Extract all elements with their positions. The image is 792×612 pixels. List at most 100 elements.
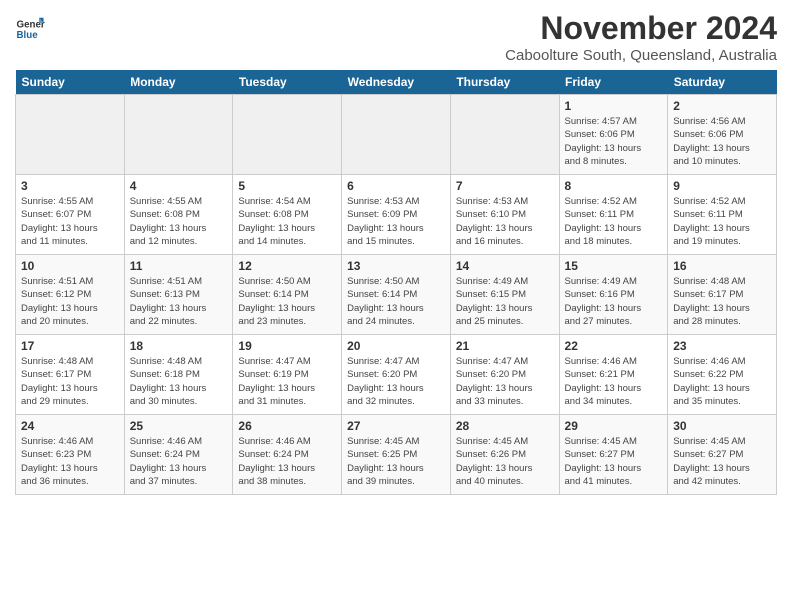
calendar-week-row: 1 Sunrise: 4:57 AM Sunset: 6:06 PM Daylig… [16,95,777,175]
weekday-header-row: SundayMondayTuesdayWednesdayThursdayFrid… [16,70,777,95]
calendar-cell: 18Sunrise: 4:48 AM Sunset: 6:18 PM Dayli… [124,335,233,415]
calendar-cell: 24Sunrise: 4:46 AM Sunset: 6:23 PM Dayli… [16,415,125,495]
calendar-cell: 13 Sunrise: 4:50 AM Sunset: 6:14 PM Dayli… [342,255,451,335]
day-number: 29 [565,419,663,433]
day-info: Sunrise: 4:45 AM Sunset: 6:27 PM Dayligh… [673,435,771,488]
calendar-cell: 12Sunrise: 4:50 AM Sunset: 6:14 PM Dayli… [233,255,342,335]
weekday-header-monday: Monday [124,70,233,95]
day-number: 5 [238,179,336,193]
day-number: 22 [565,339,663,353]
day-number: 3 [21,179,119,193]
day-info: Sunrise: 4:53 AM Sunset: 6:10 PM Dayligh… [456,195,554,248]
day-number: 2 [673,99,771,113]
day-info: Sunrise: 4:57 AM Sunset: 6:06 PM Dayligh… [565,115,663,168]
day-number: 18 [130,339,228,353]
calendar-cell: 28Sunrise: 4:45 AM Sunset: 6:26 PM Dayli… [450,415,559,495]
title-block: November 2024 Caboolture South, Queensla… [505,10,777,64]
day-number: 16 [673,259,771,273]
calendar-cell [233,95,342,175]
calendar-cell: 4Sunrise: 4:55 AM Sunset: 6:08 PM Daylig… [124,175,233,255]
calendar-cell: 11 Sunrise: 4:51 AM Sunset: 6:13 PM Dayli… [124,255,233,335]
day-info: Sunrise: 4:49 AM Sunset: 6:15 PM Dayligh… [456,275,554,328]
calendar-cell: 27Sunrise: 4:45 AM Sunset: 6:25 PM Dayli… [342,415,451,495]
day-info: Sunrise: 4:46 AM Sunset: 6:22 PM Dayligh… [673,355,771,408]
weekday-header-tuesday: Tuesday [233,70,342,95]
day-info: Sunrise: 4:46 AM Sunset: 6:24 PM Dayligh… [238,435,336,488]
calendar-cell: 19 Sunrise: 4:47 AM Sunset: 6:19 PM Dayli… [233,335,342,415]
calendar-cell: 30 Sunrise: 4:45 AM Sunset: 6:27 PM Dayli… [668,415,777,495]
weekday-header-saturday: Saturday [668,70,777,95]
calendar-cell: 5 Sunrise: 4:54 AM Sunset: 6:08 PM Daylig… [233,175,342,255]
day-info: Sunrise: 4:46 AM Sunset: 6:21 PM Dayligh… [565,355,663,408]
calendar-cell: 6Sunrise: 4:53 AM Sunset: 6:09 PM Daylig… [342,175,451,255]
weekday-header-sunday: Sunday [16,70,125,95]
day-info: Sunrise: 4:48 AM Sunset: 6:17 PM Dayligh… [21,355,119,408]
calendar-cell [124,95,233,175]
day-number: 13 [347,259,445,273]
day-number: 9 [673,179,771,193]
calendar-cell: 8 Sunrise: 4:52 AM Sunset: 6:11 PM Daylig… [559,175,668,255]
calendar-cell: 10 Sunrise: 4:51 AM Sunset: 6:12 PM Dayli… [16,255,125,335]
calendar-cell: 3 Sunrise: 4:55 AM Sunset: 6:07 PM Daylig… [16,175,125,255]
day-number: 21 [456,339,554,353]
day-number: 4 [130,179,228,193]
calendar-table: SundayMondayTuesdayWednesdayThursdayFrid… [15,70,777,495]
day-info: Sunrise: 4:47 AM Sunset: 6:20 PM Dayligh… [347,355,445,408]
calendar-cell: 16 Sunrise: 4:48 AM Sunset: 6:17 PM Dayli… [668,255,777,335]
day-info: Sunrise: 4:52 AM Sunset: 6:11 PM Dayligh… [565,195,663,248]
calendar-cell: 7 Sunrise: 4:53 AM Sunset: 6:10 PM Daylig… [450,175,559,255]
location-title: Caboolture South, Queensland, Australia [505,47,777,64]
logo: General Blue [15,14,49,44]
day-info: Sunrise: 4:45 AM Sunset: 6:27 PM Dayligh… [565,435,663,488]
calendar-cell: 1 Sunrise: 4:57 AM Sunset: 6:06 PM Daylig… [559,95,668,175]
calendar-week-row: 3 Sunrise: 4:55 AM Sunset: 6:07 PM Daylig… [16,175,777,255]
day-number: 15 [565,259,663,273]
calendar-week-row: 10 Sunrise: 4:51 AM Sunset: 6:12 PM Dayli… [16,255,777,335]
day-info: Sunrise: 4:49 AM Sunset: 6:16 PM Dayligh… [565,275,663,328]
day-number: 7 [456,179,554,193]
day-number: 14 [456,259,554,273]
day-info: Sunrise: 4:55 AM Sunset: 6:07 PM Dayligh… [21,195,119,248]
svg-text:Blue: Blue [17,30,39,41]
day-info: Sunrise: 4:47 AM Sunset: 6:20 PM Dayligh… [456,355,554,408]
day-number: 11 [130,259,228,273]
day-info: Sunrise: 4:50 AM Sunset: 6:14 PM Dayligh… [347,275,445,328]
weekday-header-thursday: Thursday [450,70,559,95]
weekday-header-wednesday: Wednesday [342,70,451,95]
day-number: 28 [456,419,554,433]
weekday-header-friday: Friday [559,70,668,95]
calendar-cell: 15 Sunrise: 4:49 AM Sunset: 6:16 PM Dayli… [559,255,668,335]
day-info: Sunrise: 4:52 AM Sunset: 6:11 PM Dayligh… [673,195,771,248]
day-info: Sunrise: 4:46 AM Sunset: 6:24 PM Dayligh… [130,435,228,488]
calendar-cell [342,95,451,175]
day-info: Sunrise: 4:48 AM Sunset: 6:17 PM Dayligh… [673,275,771,328]
calendar-cell: 17 Sunrise: 4:48 AM Sunset: 6:17 PM Dayli… [16,335,125,415]
calendar-cell [16,95,125,175]
day-number: 30 [673,419,771,433]
calendar-cell: 22 Sunrise: 4:46 AM Sunset: 6:21 PM Dayli… [559,335,668,415]
calendar-cell: 29 Sunrise: 4:45 AM Sunset: 6:27 PM Dayli… [559,415,668,495]
calendar-cell: 20Sunrise: 4:47 AM Sunset: 6:20 PM Dayli… [342,335,451,415]
day-number: 23 [673,339,771,353]
day-number: 17 [21,339,119,353]
day-number: 6 [347,179,445,193]
day-number: 19 [238,339,336,353]
calendar-cell [450,95,559,175]
calendar-cell: 14 Sunrise: 4:49 AM Sunset: 6:15 PM Dayli… [450,255,559,335]
day-number: 10 [21,259,119,273]
day-info: Sunrise: 4:56 AM Sunset: 6:06 PM Dayligh… [673,115,771,168]
logo-icon: General Blue [15,14,45,44]
day-number: 1 [565,99,663,113]
day-info: Sunrise: 4:51 AM Sunset: 6:12 PM Dayligh… [21,275,119,328]
day-number: 8 [565,179,663,193]
calendar-cell: 9 Sunrise: 4:52 AM Sunset: 6:11 PM Daylig… [668,175,777,255]
month-title: November 2024 [505,10,777,47]
day-info: Sunrise: 4:51 AM Sunset: 6:13 PM Dayligh… [130,275,228,328]
day-number: 27 [347,419,445,433]
day-number: 26 [238,419,336,433]
calendar-cell: 21 Sunrise: 4:47 AM Sunset: 6:20 PM Dayli… [450,335,559,415]
calendar-cell: 2 Sunrise: 4:56 AM Sunset: 6:06 PM Daylig… [668,95,777,175]
day-info: Sunrise: 4:54 AM Sunset: 6:08 PM Dayligh… [238,195,336,248]
calendar-week-row: 24Sunrise: 4:46 AM Sunset: 6:23 PM Dayli… [16,415,777,495]
day-info: Sunrise: 4:47 AM Sunset: 6:19 PM Dayligh… [238,355,336,408]
